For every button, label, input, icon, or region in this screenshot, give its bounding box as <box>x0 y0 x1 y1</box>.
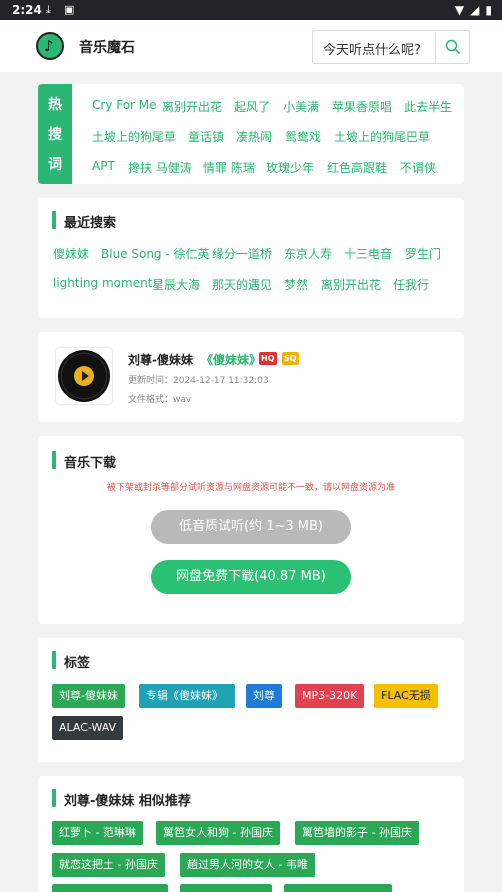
recent-word[interactable]: 星辰大海 <box>152 276 200 293</box>
battery-icon: ▮ <box>485 3 492 17</box>
search-placeholder: 今天听点什么呢? <box>323 43 421 58</box>
search-icon <box>445 39 461 55</box>
recent-word[interactable]: 缘分一道桥 <box>212 245 272 262</box>
hot-search-card: 热 搜 词 Cry For Me 离别开出花 起风了 小美满 苹果香原唱 此去半… <box>38 84 464 184</box>
recent-word[interactable]: 十三电音 <box>344 245 392 262</box>
recent-word[interactable]: 东京人寿 <box>284 245 332 262</box>
hot-word[interactable]: 玫瑰少年 <box>266 159 314 176</box>
hot-word[interactable]: 起风了 <box>234 98 270 115</box>
song-title: 刘尊-傻妹妹 <box>128 353 193 367</box>
tag-item[interactable]: FLAC无损 <box>374 684 438 708</box>
hot-search-label: 热 搜 词 <box>38 84 72 184</box>
hot-word[interactable]: 红色高跟鞋 <box>327 159 387 176</box>
download-title: 音乐下载 <box>52 451 116 471</box>
recommend-item[interactable]: 就恋这把土 - 孙国庆 <box>52 853 165 877</box>
tag-item[interactable]: 刘尊-傻妹妹 <box>52 684 125 708</box>
tags-card: 标签 刘尊-傻妹妹 专辑《傻妹妹》 刘尊 MP3-320K FLAC无损 ALA… <box>38 638 464 762</box>
sq-badge: SQ <box>282 352 299 365</box>
recommend-item[interactable]: 篱笆女人和狗 - 孙国庆 <box>156 821 280 845</box>
song-info-card: 刘尊-傻妹妹 《傻妹妹》 HQ SQ 更新时间：2024-12-17 11:32… <box>38 332 464 422</box>
recommend-title: 刘尊-傻妹妹 相似推荐 <box>52 789 191 809</box>
download-notice: 被下架或封杀等部分试听资源与网盘资源可能不一致，请以网盘资源为准 <box>106 483 395 493</box>
status-bar: 2:24 ⤓ ▣ ▼ ◢ ▮ <box>0 0 502 20</box>
hot-word[interactable]: 此去半生 <box>404 98 452 115</box>
trial-listen-button[interactable]: 低音质试听(约 1~3 MB) <box>151 510 351 544</box>
hot-word[interactable]: 不谓侠 <box>400 159 436 176</box>
recent-search-title: 最近搜索 <box>52 211 116 231</box>
similar-recommend-card: 刘尊-傻妹妹 相似推荐 红萝卜 - 范琳琳 篱笆女人和狗 - 孙国庆 篱笆墙的影… <box>38 776 464 892</box>
app-header: ♪ 音乐魔石 今天听点什么呢? <box>0 20 502 72</box>
recommend-item[interactable]: 篱笆墙的影子 - 孙国庆 <box>295 821 419 845</box>
image-icon: ▣ <box>64 3 75 16</box>
tag-item[interactable]: 专辑《傻妹妹》 <box>139 684 235 708</box>
hot-label-char: 搜 <box>48 127 62 143</box>
recommend-item[interactable] <box>180 884 272 892</box>
download-card: 音乐下载 被下架或封杀等部分试听资源与网盘资源可能不一致，请以网盘资源为准 低音… <box>38 436 464 624</box>
hot-word[interactable]: 情罪 陈瑞 <box>203 159 255 176</box>
hot-word[interactable]: 苹果香原唱 <box>332 98 392 115</box>
recent-word[interactable]: 任我行 <box>393 276 429 293</box>
recent-word[interactable]: 那天的遇见 <box>212 276 272 293</box>
hot-word[interactable]: Cry For Me <box>92 98 157 112</box>
recommend-item[interactable] <box>284 884 392 892</box>
tag-item[interactable]: MP3-320K <box>295 684 365 708</box>
hot-word[interactable]: APT <box>92 159 115 173</box>
tag-item[interactable]: 刘尊 <box>246 684 282 708</box>
status-time: 2:24 <box>12 3 42 17</box>
album-cover[interactable] <box>56 348 112 404</box>
tags-title: 标签 <box>52 651 90 671</box>
search-input[interactable]: 今天听点什么呢? <box>312 30 470 64</box>
recent-word[interactable]: 罗生门 <box>405 245 441 262</box>
recent-word[interactable]: lighting moment <box>53 276 152 290</box>
hot-word[interactable]: 鸳鸯戏 <box>285 128 321 145</box>
recent-word[interactable]: Blue Song - 徐仁英 <box>101 245 210 262</box>
hot-word[interactable]: 离别开出花 <box>162 98 222 115</box>
music-note-icon: ♪ <box>44 37 54 55</box>
hot-label-char: 词 <box>48 157 62 173</box>
recommend-item[interactable]: 趟过男人河的女人 - 韦唯 <box>180 853 315 877</box>
hot-word[interactable]: 小美满 <box>283 98 319 115</box>
update-time: 更新时间：2024-12-17 11:32:03 <box>128 376 269 386</box>
play-icon[interactable] <box>74 366 94 386</box>
recent-word[interactable]: 离别开出花 <box>321 276 381 293</box>
song-album-link[interactable]: 《傻妹妹》 <box>201 351 261 368</box>
hot-word[interactable]: 搀扶 马健涛 <box>128 159 192 176</box>
download-icon: ⤓ <box>46 3 51 16</box>
wifi-icon: ▼ <box>454 3 465 17</box>
status-icons: ▼ ◢ ▮ <box>455 3 492 17</box>
search-button[interactable] <box>435 31 469 63</box>
hot-word[interactable]: 童话镇 <box>188 128 224 145</box>
recent-search-card: 最近搜索 傻妹妹 Blue Song - 徐仁英 缘分一道桥 东京人寿 十三电音… <box>38 198 464 318</box>
cloud-download-button[interactable]: 网盘免费下载(40.87 MB) <box>151 560 351 594</box>
file-format: 文件格式：wav <box>128 395 192 405</box>
app-logo[interactable]: ♪ <box>36 32 64 60</box>
tag-item[interactable]: ALAC-WAV <box>52 716 124 740</box>
recent-word[interactable]: 傻妹妹 <box>53 245 89 262</box>
hot-word[interactable]: 土坡上的狗尾巴草 <box>334 128 430 145</box>
app-title: 音乐魔石 <box>79 40 135 56</box>
hq-badge: HQ <box>259 352 277 365</box>
recommend-item[interactable] <box>52 884 168 892</box>
hot-word[interactable]: 凑热闹 <box>236 128 272 145</box>
recommend-item[interactable]: 红萝卜 - 范琳琳 <box>52 821 143 845</box>
recent-word[interactable]: 梦然 <box>284 276 308 293</box>
hot-label-char: 热 <box>48 97 62 113</box>
hot-word[interactable]: 土坡上的狗尾草 <box>92 128 176 145</box>
signal-icon: ◢ <box>470 3 480 17</box>
